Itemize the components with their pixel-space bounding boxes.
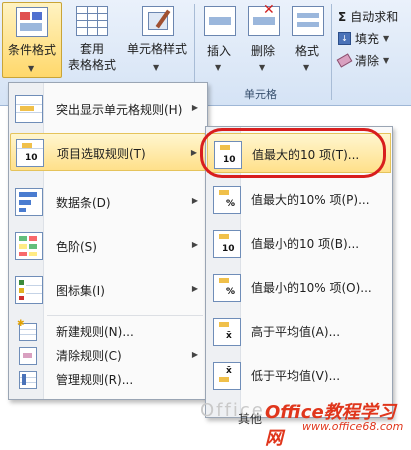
table-format-label-1: 套用 (79, 42, 104, 56)
chevron-right-icon: ▶ (191, 284, 198, 293)
menu-item-manage-rules[interactable]: 管理规则(R)... (10, 367, 206, 391)
icon-text: % (226, 199, 236, 209)
menu-item-label: 清除规则(C) (56, 349, 122, 363)
menu-item-label: 项目选取规则(T) (57, 147, 146, 161)
fill-label: 填充 (355, 32, 380, 46)
top-10-percent-icon: % (213, 186, 241, 214)
submenu-item-top-10-percent[interactable]: % 值最大的10% 项(P)... (207, 179, 391, 219)
table-format-icon (76, 6, 108, 36)
fill-button[interactable]: ↓ 填充 ▼ (338, 30, 389, 47)
submenu-item-label: 高于平均值(A)... (251, 325, 341, 339)
insert-label: 插入 (206, 44, 231, 58)
menu-item-data-bars[interactable]: 数据条(D) ▶ (10, 181, 206, 221)
chevron-down-icon: ▼ (259, 63, 266, 72)
above-average-icon: x̄ (213, 318, 241, 346)
menu-item-icon-sets[interactable]: 图标集(I) ▶ (10, 269, 206, 309)
table-format-label-2: 表格格式 (67, 58, 116, 72)
menu-item-top-bottom-rules[interactable]: 10 项目选取规则(T) ▶ (10, 133, 206, 171)
menu-separator (47, 315, 203, 316)
sigma-icon: Σ (338, 9, 347, 24)
ribbon-separator (331, 4, 332, 100)
clear-rules-icon (19, 347, 37, 365)
fill-down-icon: ↓ (338, 32, 351, 45)
menu-item-label: 突出显示单元格规则(H) (56, 103, 183, 117)
watermark-text: Office (200, 400, 265, 421)
menu-item-color-scales[interactable]: 色阶(S) ▶ (10, 225, 206, 265)
conditional-format-menu: 突出显示单元格规则(H) ▶ 10 项目选取规则(T) ▶ 数据条(D) ▶ 色… (8, 82, 208, 400)
delete-button[interactable]: ✕ 删除 ▼ (242, 2, 284, 74)
chevron-down-icon: ▼ (215, 63, 222, 72)
cell-style-icon (142, 6, 174, 36)
cell-style-button[interactable]: 单元格样式 ▼ (122, 2, 192, 76)
bottom-10-icon: 10 (213, 230, 241, 258)
chevron-down-icon: ▼ (383, 34, 390, 43)
chevron-right-icon: ▶ (191, 240, 198, 249)
conditional-format-button[interactable]: 条件格式 ▼ (2, 2, 62, 78)
submenu-item-label: 低于平均值(V)... (251, 369, 341, 383)
icon-text: % (226, 287, 236, 297)
format-icon (292, 6, 324, 36)
highlight-cells-icon (15, 95, 43, 123)
highlight-oval (200, 128, 386, 178)
submenu-item-label: 值最小的10 项(B)... (251, 237, 360, 251)
chevron-down-icon: ▼ (153, 63, 160, 72)
cell-style-label: 单元格样式 (126, 42, 187, 56)
menu-item-clear-rules[interactable]: 清除规则(C) ▶ (10, 343, 206, 367)
autosum-label: 自动求和 (350, 10, 399, 24)
format-button[interactable]: 格式 ▼ (286, 2, 328, 74)
menu-item-label: 色阶(S) (56, 240, 97, 254)
insert-button[interactable]: 插入 ▼ (198, 2, 240, 74)
brand-url: www.office68.com (302, 420, 404, 433)
eraser-icon (336, 53, 353, 68)
icon-text: 10 (222, 244, 235, 254)
menu-item-new-rule[interactable]: ✱ 新建规则(N)... (10, 319, 206, 343)
new-rule-icon: ✱ (17, 319, 37, 341)
menu-item-label: 管理规则(R)... (56, 373, 134, 387)
submenu-item-below-average[interactable]: x̄ 低于平均值(V)... (207, 355, 391, 395)
menu-item-label: 数据条(D) (56, 196, 111, 210)
icon-sets-icon (15, 276, 43, 304)
menu-item-label: 图标集(I) (56, 284, 105, 298)
menu-item-highlight-rules[interactable]: 突出显示单元格规则(H) ▶ (10, 91, 206, 125)
clear-label: 清除 (355, 54, 380, 68)
submenu-item-bottom-10[interactable]: 10 值最小的10 项(B)... (207, 223, 391, 263)
icon-text: x̄ (226, 366, 232, 376)
clear-button[interactable]: 清除 ▼ (336, 52, 390, 69)
format-label: 格式 (294, 44, 319, 58)
submenu-item-above-average[interactable]: x̄ 高于平均值(A)... (207, 311, 391, 351)
cells-group-label: 单元格 (244, 88, 277, 101)
data-bars-icon (15, 188, 43, 216)
top-bottom-rules-icon: 10 (16, 139, 44, 167)
color-scales-icon (15, 232, 43, 260)
conditional-format-label: 条件格式 (7, 43, 56, 57)
bottom-10-percent-icon: % (213, 274, 241, 302)
table-format-button[interactable]: 套用 表格格式 (64, 2, 120, 76)
chevron-down-icon: ▼ (28, 64, 35, 73)
chevron-right-icon: ▶ (191, 350, 198, 359)
insert-icon (204, 6, 236, 36)
manage-rules-icon (19, 371, 37, 389)
menu-item-label: 新建规则(N)... (56, 325, 134, 339)
chevron-down-icon: ▼ (383, 56, 390, 65)
chevron-down-icon: ▼ (303, 63, 310, 72)
chevron-right-icon: ▶ (191, 103, 198, 112)
autosum-button[interactable]: Σ 自动求和 (338, 8, 398, 25)
submenu-item-label: 值最大的10% 项(P)... (251, 193, 370, 207)
below-average-icon: x̄ (213, 362, 241, 390)
chevron-right-icon: ▶ (190, 148, 197, 157)
delete-icon: ✕ (248, 3, 280, 36)
submenu-item-bottom-10-percent[interactable]: % 值最小的10% 项(O)... (207, 267, 391, 307)
conditional-format-icon (16, 7, 48, 37)
submenu-item-label: 值最小的10% 项(O)... (251, 281, 372, 295)
delete-label: 删除 (250, 44, 275, 58)
chevron-right-icon: ▶ (191, 196, 198, 205)
icon-text: x̄ (226, 331, 232, 341)
